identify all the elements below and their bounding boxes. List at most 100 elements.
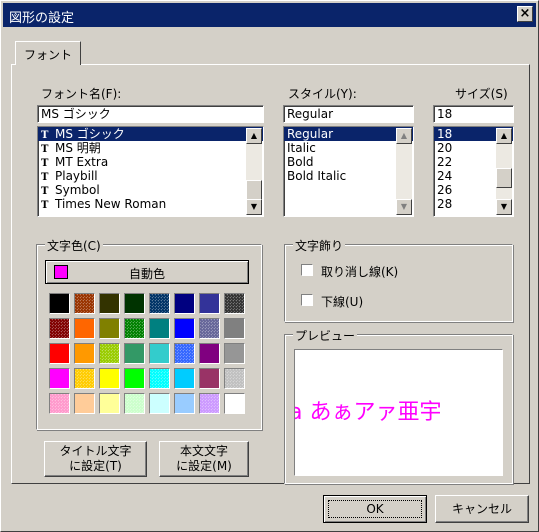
scroll-up-icon[interactable]: ▲ <box>246 128 262 144</box>
list-item[interactable]: Bold <box>284 155 413 169</box>
list-item-label: 20 <box>437 141 453 155</box>
color-swatch[interactable] <box>124 293 145 314</box>
color-swatch[interactable] <box>49 318 70 339</box>
color-swatch[interactable] <box>149 293 170 314</box>
color-swatch[interactable] <box>99 318 120 339</box>
color-swatch[interactable] <box>224 318 245 339</box>
color-swatch[interactable] <box>224 393 245 414</box>
strikethrough-label[interactable]: 取り消し線(K) <box>321 263 398 280</box>
list-item[interactable]: Italic <box>284 141 413 155</box>
color-swatch[interactable] <box>174 293 195 314</box>
color-swatch[interactable] <box>74 393 95 414</box>
list-item[interactable]: T Symbol <box>38 183 263 197</box>
font-name-scrollbar[interactable]: ▲ ▼ <box>246 128 262 215</box>
scroll-up-icon[interactable]: ▲ <box>496 128 512 144</box>
list-item[interactable]: T MS 明朝 <box>38 141 263 155</box>
underline-checkbox[interactable] <box>301 294 313 306</box>
color-swatch[interactable] <box>49 343 70 364</box>
color-swatch[interactable] <box>174 393 195 414</box>
color-swatch[interactable] <box>124 393 145 414</box>
color-swatch[interactable] <box>149 368 170 389</box>
color-swatch[interactable] <box>199 293 220 314</box>
color-swatch[interactable] <box>99 368 120 389</box>
list-item[interactable]: T Times New Roman <box>38 197 263 211</box>
underline-label[interactable]: 下線(U) <box>321 293 363 310</box>
window-title: 図形の設定 <box>9 11 75 26</box>
color-swatch[interactable] <box>99 293 120 314</box>
color-swatch[interactable] <box>174 368 195 389</box>
list-item-label: MT Extra <box>55 155 109 169</box>
font-name-input[interactable]: MS ゴシック <box>37 105 264 123</box>
list-item-label: 28 <box>437 197 453 211</box>
color-swatch[interactable] <box>124 343 145 364</box>
scroll-up-icon: ▲ <box>396 128 412 144</box>
font-name-list[interactable]: T MS ゴシック T MS 明朝 T MT Extra T Playbill T Symbol T… <box>37 126 264 217</box>
list-item[interactable]: T MT Extra <box>38 155 263 169</box>
color-swatch[interactable] <box>149 393 170 414</box>
color-swatch[interactable] <box>224 343 245 364</box>
style-input[interactable]: Regular <box>283 105 414 123</box>
list-item[interactable]: Regular <box>284 127 413 141</box>
list-item-label: 24 <box>437 169 453 183</box>
text-color-group-label: 文字色(C) <box>45 237 103 254</box>
color-swatch[interactable] <box>74 343 95 364</box>
color-swatch[interactable] <box>199 368 220 389</box>
color-swatch[interactable] <box>224 293 245 314</box>
color-swatch[interactable] <box>49 293 70 314</box>
cancel-button[interactable]: キャンセル <box>435 495 529 523</box>
size-scrollbar[interactable]: ▲ ▼ <box>496 128 512 215</box>
set-title-text-line1: タイトル文字 <box>59 444 132 458</box>
list-item-label: Playbill <box>55 169 98 183</box>
set-body-text-button[interactable]: 本文文字 に設定(M) <box>159 441 249 477</box>
color-swatch[interactable] <box>199 318 220 339</box>
color-swatch[interactable] <box>149 318 170 339</box>
scroll-down-icon: ▼ <box>396 199 412 215</box>
color-swatch[interactable] <box>74 318 95 339</box>
list-item[interactable]: T MS ゴシック <box>38 127 263 141</box>
color-swatch[interactable] <box>174 318 195 339</box>
color-swatch[interactable] <box>124 318 145 339</box>
strikethrough-checkbox[interactable] <box>301 264 313 276</box>
color-swatch[interactable] <box>49 368 70 389</box>
font-settings-dialog: 図形の設定 × フォント フォント名(F): MS ゴシック T MS ゴシック T… <box>0 0 539 532</box>
scroll-thumb[interactable] <box>246 180 262 200</box>
title-bar[interactable]: 図形の設定 × <box>3 3 536 27</box>
color-swatch[interactable] <box>99 343 120 364</box>
preview-box: a あぁアァ亜宇 <box>294 349 503 476</box>
scroll-down-icon[interactable]: ▼ <box>246 199 262 215</box>
color-swatch[interactable] <box>199 343 220 364</box>
preview-sample-text: a あぁアァ亜宇 <box>294 400 442 425</box>
auto-color-button[interactable]: 自動色 <box>45 260 249 284</box>
set-title-text-line2: に設定(T) <box>69 459 122 473</box>
color-swatch[interactable] <box>149 343 170 364</box>
size-label: サイズ(S) <box>455 87 508 101</box>
tab-font[interactable]: フォント <box>15 41 81 65</box>
close-button[interactable]: × <box>517 6 533 22</box>
color-swatch[interactable] <box>174 343 195 364</box>
set-title-text-button[interactable]: タイトル文字 に設定(T) <box>44 441 147 477</box>
scroll-down-icon[interactable]: ▼ <box>496 199 512 215</box>
size-input[interactable]: 18 <box>433 105 514 123</box>
list-item[interactable]: T Playbill <box>38 169 263 183</box>
close-icon: × <box>519 6 531 21</box>
color-swatch[interactable] <box>74 293 95 314</box>
scroll-thumb[interactable] <box>496 168 512 188</box>
list-item-label: 18 <box>437 127 453 141</box>
color-swatch[interactable] <box>49 393 70 414</box>
list-item[interactable]: Bold Italic <box>284 169 413 183</box>
list-item-label: Bold <box>287 155 314 169</box>
list-item-label: MS 明朝 <box>55 141 101 155</box>
list-item-label: Symbol <box>55 183 100 197</box>
set-body-text-line1: 本文文字 <box>179 444 228 458</box>
ok-button[interactable]: OK <box>323 495 427 523</box>
list-item-label: 22 <box>437 155 453 169</box>
color-swatch[interactable] <box>199 393 220 414</box>
style-list[interactable]: Regular Italic Bold Bold Italic ▲ ▼ <box>283 126 414 217</box>
style-label: スタイル(Y): <box>288 87 357 101</box>
color-swatch[interactable] <box>74 368 95 389</box>
text-decoration-group: 文字飾り <box>284 237 513 322</box>
size-list[interactable]: 18 20 22 24 26 28 ▲ ▼ <box>433 126 514 217</box>
color-swatch[interactable] <box>124 368 145 389</box>
color-swatch[interactable] <box>224 368 245 389</box>
color-swatch[interactable] <box>99 393 120 414</box>
